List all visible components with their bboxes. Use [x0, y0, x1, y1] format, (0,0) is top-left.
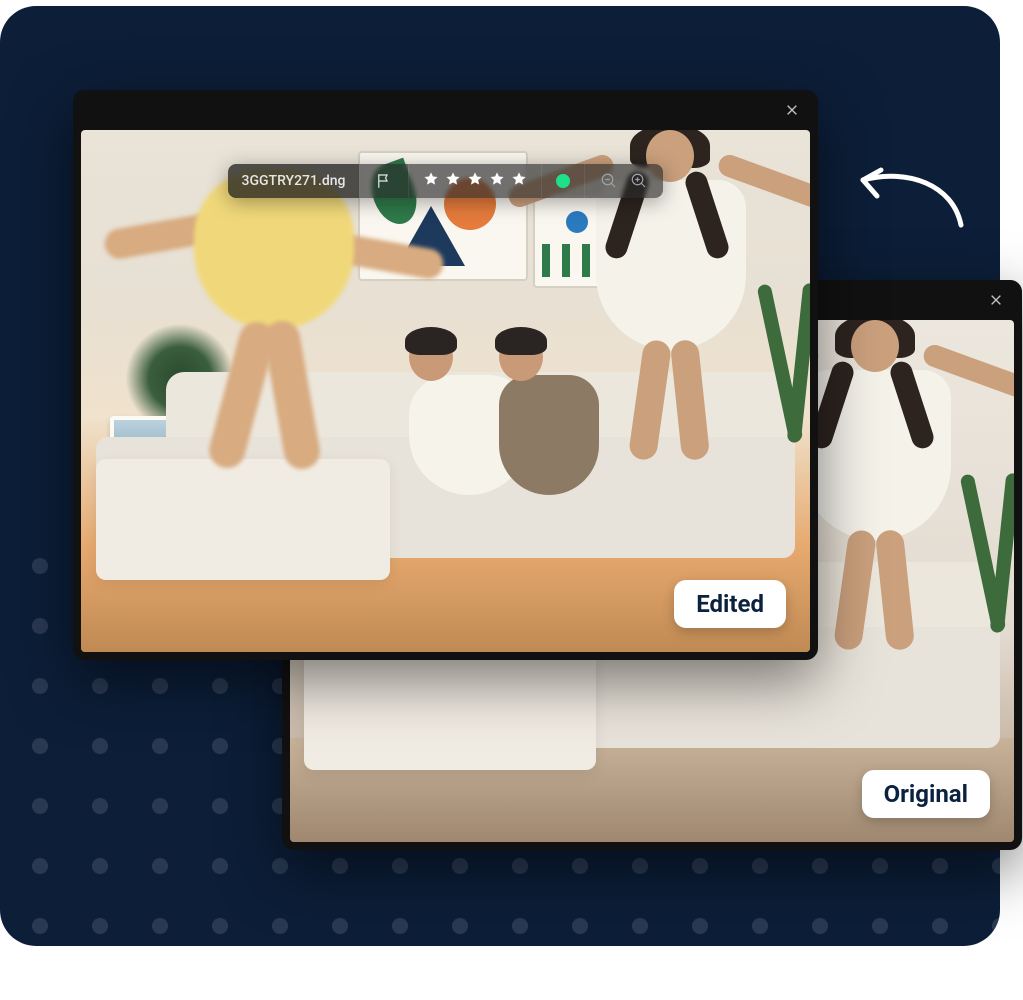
filename-label: 3GGTRY271.dng	[242, 173, 346, 189]
zoom-in-icon[interactable]	[629, 171, 649, 191]
original-label: Original	[862, 770, 990, 818]
star-icon[interactable]	[445, 171, 461, 191]
image-toolbar: 3GGTRY271.dng	[228, 164, 664, 198]
star-icon[interactable]	[423, 171, 439, 191]
star-icon[interactable]	[511, 171, 527, 191]
close-icon[interactable]	[988, 292, 1004, 308]
zoom-segment	[584, 164, 663, 198]
edited-label: Edited	[674, 580, 786, 628]
rating-segment	[408, 164, 541, 198]
star-icon[interactable]	[489, 171, 505, 191]
color-label-segment	[541, 164, 584, 198]
window-edited: 3GGTRY271.dng	[73, 90, 818, 660]
photo-edited: 3GGTRY271.dng	[81, 130, 810, 652]
filename-segment: 3GGTRY271.dng	[228, 164, 360, 198]
star-rating[interactable]	[423, 171, 527, 191]
titlebar-edited	[73, 90, 818, 130]
close-icon[interactable]	[784, 102, 800, 118]
flag-icon[interactable]	[374, 171, 394, 191]
star-icon[interactable]	[467, 171, 483, 191]
flag-segment	[359, 164, 408, 198]
color-label-dot[interactable]	[556, 174, 570, 188]
zoom-out-icon[interactable]	[599, 171, 619, 191]
